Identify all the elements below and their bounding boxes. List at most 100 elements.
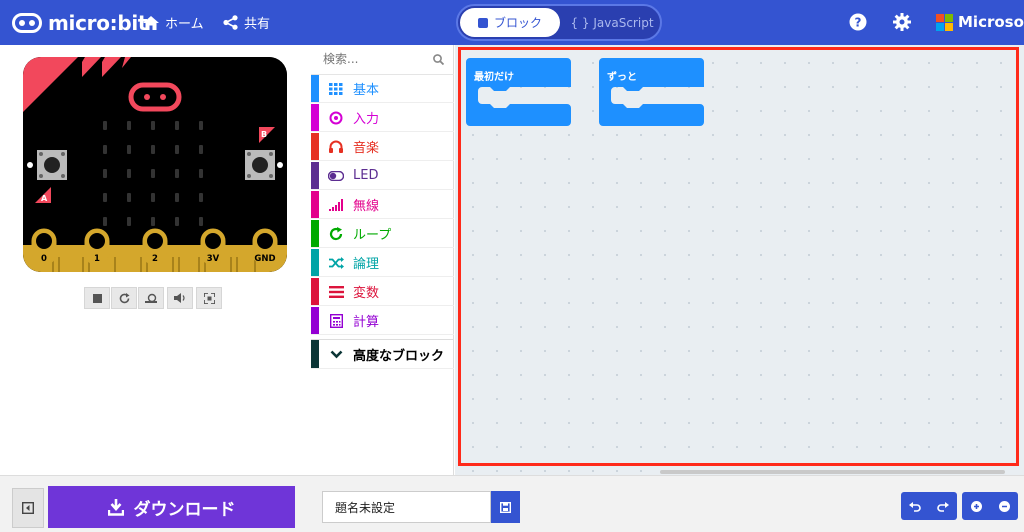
category-led-label: LED (353, 168, 379, 183)
microbit-board-graphic: A B 0 1 2 3V GND (23, 57, 287, 272)
forever-label: ずっと (607, 72, 637, 83)
calculator-icon (327, 313, 345, 329)
makecode-editor: micro:bit ホーム 共有 ブロック { } JavaScript ? M… (0, 0, 1024, 532)
microsoft-logo-icon (936, 13, 953, 31)
redo-icon (937, 501, 949, 512)
share-label: 共有 (244, 17, 271, 32)
pin-gnd-label: GND (254, 254, 275, 264)
microsoft-logo[interactable]: Microsoft (936, 13, 1024, 31)
download-label: ダウンロード (133, 499, 236, 520)
category-loops[interactable]: ループ (311, 220, 454, 248)
chevron-down-icon (327, 346, 345, 362)
category-input-label: 入力 (353, 112, 380, 127)
simulator-controls (84, 287, 225, 309)
zoom-group (962, 492, 1018, 520)
download-icon (107, 498, 124, 516)
pin-0-label: 0 (41, 254, 47, 264)
zoom-out-icon (998, 500, 1010, 512)
forever-block[interactable]: ずっと (599, 58, 704, 126)
category-variables-label: 変数 (353, 286, 380, 301)
undo-button[interactable] (901, 492, 929, 520)
mute-button[interactable] (167, 287, 193, 309)
share-icon (223, 15, 238, 30)
toolbox-search (311, 45, 454, 75)
zoom-in-button[interactable] (962, 492, 990, 520)
collapse-left-icon (22, 502, 34, 514)
on-start-block[interactable]: 最初だけ (466, 58, 571, 126)
puzzle-icon (477, 17, 488, 28)
microbit-logo[interactable]: micro:bit (12, 11, 147, 35)
category-basic-label: 基本 (353, 83, 380, 98)
tab-blocks-label: ブロック (493, 16, 542, 30)
fullscreen-icon (203, 292, 215, 304)
signal-icon (327, 197, 345, 213)
restart-button[interactable] (111, 287, 137, 309)
refresh-icon (119, 292, 129, 303)
save-button[interactable] (491, 491, 520, 523)
category-advanced[interactable]: 高度なブロック (311, 339, 454, 369)
category-radio[interactable]: 無線 (311, 191, 454, 219)
save-icon (500, 501, 511, 513)
undo-redo-group (901, 492, 957, 520)
help-icon[interactable]: ? (849, 13, 867, 31)
headphones-icon (327, 139, 345, 155)
category-advanced-label: 高度なブロック (353, 348, 445, 364)
toolbox: 基本 入力 音楽 LED 無線 ループ (311, 45, 454, 475)
search-input[interactable] (311, 45, 426, 73)
category-loops-label: ループ (353, 228, 392, 243)
pin-3v-label: 3V (207, 254, 220, 264)
refresh-icon (327, 226, 345, 242)
pin-1-label: 1 (94, 254, 100, 264)
logo-text: micro:bit (48, 11, 148, 35)
category-basic[interactable]: 基本 (311, 75, 454, 103)
category-logic[interactable]: 論理 (311, 249, 454, 277)
category-music[interactable]: 音楽 (311, 133, 454, 161)
grid-icon (327, 81, 345, 97)
project-name-input[interactable] (322, 491, 491, 523)
tab-blocks[interactable]: ブロック (460, 8, 560, 37)
category-music-label: 音楽 (353, 141, 380, 156)
button-a-label: A (41, 194, 48, 203)
workspace-scrollbar[interactable] (660, 470, 1005, 474)
home-button[interactable]: ホーム (143, 13, 204, 32)
microsoft-label: Microsoft (958, 13, 1024, 31)
category-math-label: 計算 (353, 315, 380, 330)
microbit-simulator[interactable]: A B 0 1 2 3V GND (23, 57, 287, 272)
stop-icon (92, 293, 102, 303)
category-variables[interactable]: 変数 (311, 278, 454, 306)
category-radio-label: 無線 (353, 199, 380, 214)
category-led[interactable]: LED (311, 162, 454, 190)
slow-mo-button[interactable] (138, 287, 164, 309)
snail-icon (145, 293, 157, 303)
toggle-icon (327, 168, 345, 184)
shuffle-icon (327, 255, 345, 271)
category-logic-label: 論理 (353, 257, 380, 272)
tab-javascript[interactable]: { } JavaScript (566, 8, 658, 37)
lines-icon (327, 284, 345, 300)
zoom-out-button[interactable] (990, 492, 1018, 520)
gear-icon[interactable] (893, 13, 911, 31)
tab-javascript-label: { } JavaScript (570, 15, 654, 30)
collapse-simulator-button[interactable] (12, 488, 44, 528)
microbit-logo-icon (12, 13, 42, 33)
fullscreen-button[interactable] (196, 287, 222, 309)
blocks-workspace[interactable]: 最初だけ ずっと (455, 45, 1024, 475)
undo-icon (909, 501, 921, 512)
pin-2-label: 2 (152, 254, 158, 264)
on-start-label: 最初だけ (474, 72, 514, 83)
category-input[interactable]: 入力 (311, 104, 454, 132)
speaker-icon (174, 293, 185, 303)
button-b-label: B (261, 130, 267, 139)
category-math[interactable]: 計算 (311, 307, 454, 335)
top-bar: micro:bit ホーム 共有 ブロック { } JavaScript ? M… (0, 0, 1024, 45)
search-icon[interactable] (433, 54, 444, 65)
share-button[interactable]: 共有 (223, 13, 270, 32)
stop-button[interactable] (84, 287, 110, 309)
editor-footer: ダウンロード (0, 475, 1024, 532)
editor-mode-toggle: ブロック { } JavaScript (456, 4, 662, 41)
download-button[interactable]: ダウンロード (48, 486, 295, 528)
redo-button[interactable] (929, 492, 957, 520)
target-icon (327, 110, 345, 126)
home-icon (143, 15, 159, 30)
svg-text:?: ? (855, 16, 862, 30)
